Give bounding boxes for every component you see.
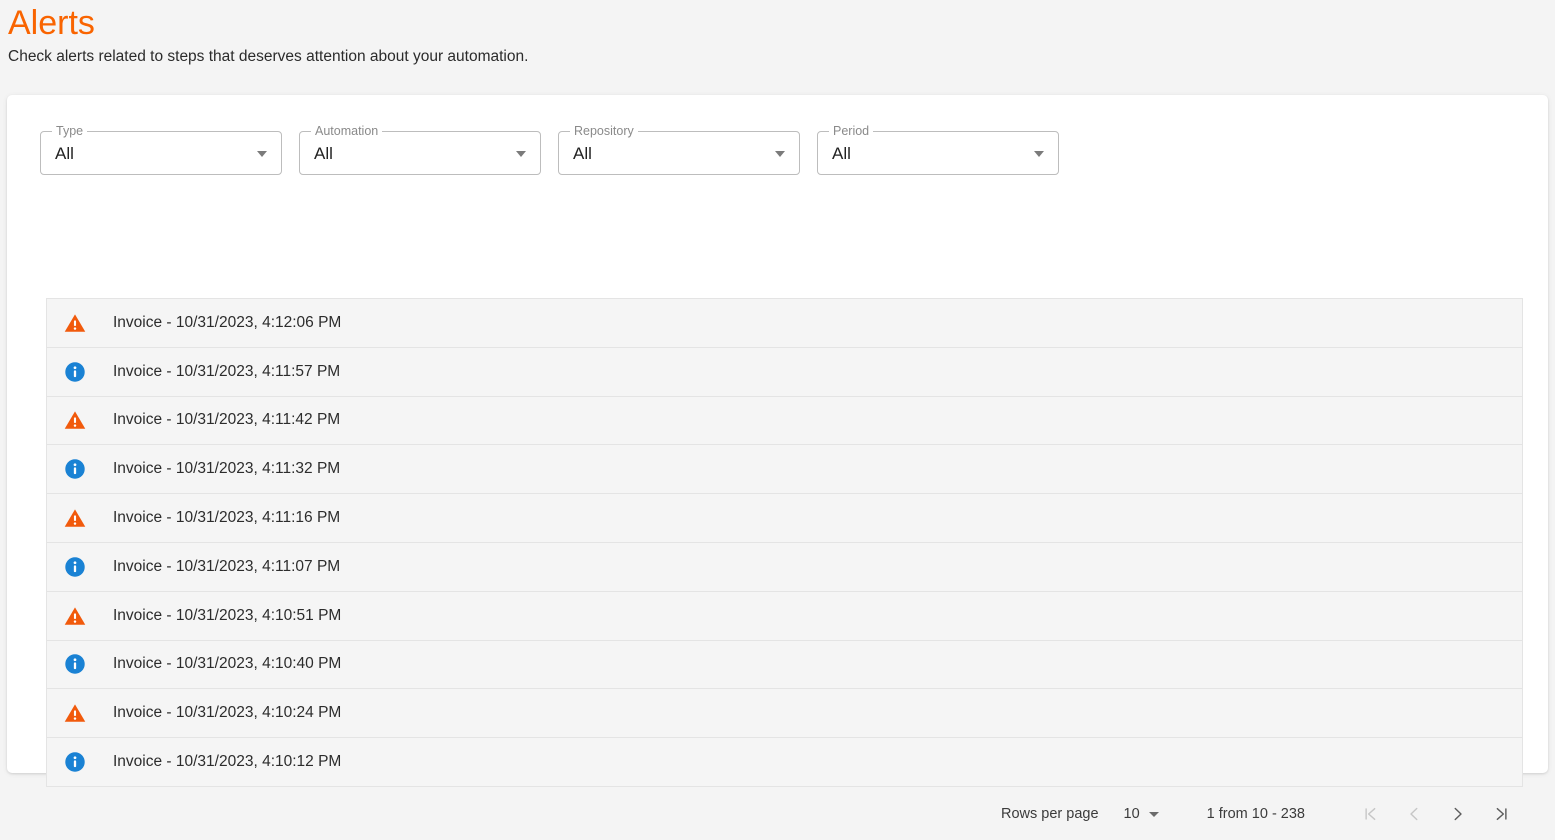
alert-row-label: Invoice - 10/31/2023, 4:10:24 PM: [113, 703, 341, 723]
alert-row[interactable]: Invoice - 10/31/2023, 4:11:32 PM: [47, 445, 1522, 494]
warning-triangle-icon: [64, 605, 86, 627]
pagination-range-label: 1 from 10 - 238: [1207, 806, 1305, 822]
alert-row-label: Invoice - 10/31/2023, 4:11:07 PM: [113, 557, 340, 577]
filter-automation-value: All: [314, 141, 333, 167]
alert-row-label: Invoice - 10/31/2023, 4:11:32 PM: [113, 459, 340, 479]
filter-automation-label: Automation: [311, 124, 382, 138]
filter-type[interactable]: Type All: [40, 131, 282, 175]
info-circle-icon: [64, 556, 86, 578]
next-page-button[interactable]: [1445, 801, 1471, 827]
alert-row-label: Invoice - 10/31/2023, 4:12:06 PM: [113, 313, 341, 333]
warning-triangle-icon: [64, 312, 86, 334]
first-page-icon: [1360, 804, 1380, 824]
alert-row[interactable]: Invoice - 10/31/2023, 4:10:24 PM: [47, 689, 1522, 738]
filter-type-label: Type: [52, 124, 87, 138]
alert-row[interactable]: Invoice - 10/31/2023, 4:12:06 PM: [47, 299, 1522, 348]
paginator: Rows per page 10 1 from 10 - 238: [46, 788, 1523, 840]
chevron-down-icon: [1034, 151, 1044, 157]
previous-page-button: [1401, 801, 1427, 827]
info-circle-icon: [64, 751, 86, 773]
last-page-icon: [1492, 804, 1512, 824]
chevron-left-icon: [1404, 804, 1424, 824]
filter-period-label: Period: [829, 124, 873, 138]
filter-automation[interactable]: Automation All: [299, 131, 541, 175]
info-circle-icon: [64, 653, 86, 675]
filter-period[interactable]: Period All: [817, 131, 1059, 175]
alert-row[interactable]: Invoice - 10/31/2023, 4:10:51 PM: [47, 592, 1522, 641]
alert-row-label: Invoice - 10/31/2023, 4:11:42 PM: [113, 410, 340, 430]
alert-row[interactable]: Invoice - 10/31/2023, 4:11:16 PM: [47, 494, 1522, 543]
page-title: Alerts: [8, 0, 1555, 44]
filter-bar: Type All Automation All Repository All P…: [7, 95, 1548, 175]
alert-row[interactable]: Invoice - 10/31/2023, 4:11:07 PM: [47, 543, 1522, 592]
last-page-button[interactable]: [1489, 801, 1515, 827]
alert-row-label: Invoice - 10/31/2023, 4:11:16 PM: [113, 508, 340, 528]
alert-row-label: Invoice - 10/31/2023, 4:10:40 PM: [113, 654, 341, 674]
chevron-down-icon: [1149, 812, 1159, 817]
rows-per-page-value: 10: [1124, 806, 1140, 822]
warning-triangle-icon: [64, 702, 86, 724]
page-subtitle: Check alerts related to steps that deser…: [8, 44, 1555, 68]
pagination-buttons: [1357, 801, 1515, 827]
chevron-down-icon: [516, 151, 526, 157]
filter-type-value: All: [55, 141, 74, 167]
filter-period-value: All: [832, 141, 851, 167]
rows-per-page-select[interactable]: 10: [1124, 806, 1159, 822]
chevron-down-icon: [775, 151, 785, 157]
alert-row[interactable]: Invoice - 10/31/2023, 4:11:42 PM: [47, 397, 1522, 446]
page-header: Alerts Check alerts related to steps tha…: [0, 0, 1555, 68]
filter-repository[interactable]: Repository All: [558, 131, 800, 175]
chevron-down-icon: [257, 151, 267, 157]
chevron-right-icon: [1448, 804, 1468, 824]
alert-list: Invoice - 10/31/2023, 4:12:06 PM Invoice …: [46, 298, 1523, 787]
warning-triangle-icon: [64, 507, 86, 529]
alert-row-label: Invoice - 10/31/2023, 4:10:51 PM: [113, 606, 341, 626]
alert-row-label: Invoice - 10/31/2023, 4:11:57 PM: [113, 362, 340, 382]
first-page-button: [1357, 801, 1383, 827]
alert-row[interactable]: Invoice - 10/31/2023, 4:10:12 PM: [47, 738, 1522, 787]
alert-row-label: Invoice - 10/31/2023, 4:10:12 PM: [113, 752, 341, 772]
info-circle-icon: [64, 458, 86, 480]
alerts-card: Type All Automation All Repository All P…: [7, 95, 1548, 773]
info-circle-icon: [64, 361, 86, 383]
warning-triangle-icon: [64, 409, 86, 431]
filter-repository-value: All: [573, 141, 592, 167]
filter-repository-label: Repository: [570, 124, 638, 138]
rows-per-page-label: Rows per page: [1001, 806, 1099, 822]
alert-row[interactable]: Invoice - 10/31/2023, 4:10:40 PM: [47, 641, 1522, 690]
alert-row[interactable]: Invoice - 10/31/2023, 4:11:57 PM: [47, 348, 1522, 397]
